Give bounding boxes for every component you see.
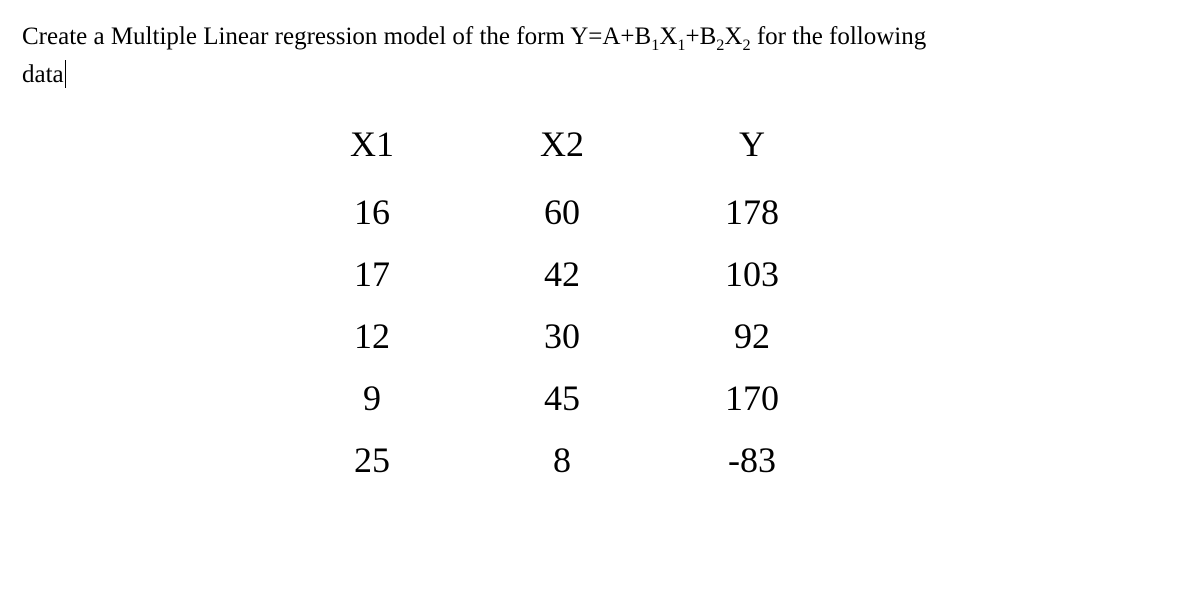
cell-x2: 45 (467, 367, 657, 429)
column-header-x2: X2 (467, 115, 657, 181)
column-header-x1: X1 (277, 115, 467, 181)
problem-statement: Create a Multiple Linear regression mode… (22, 18, 1178, 93)
cell-y: 178 (657, 181, 847, 243)
table-row: 16 60 178 (277, 181, 847, 243)
cell-x1: 9 (277, 367, 467, 429)
cell-y: 103 (657, 243, 847, 305)
cell-x2: 60 (467, 181, 657, 243)
regression-equation: Y=A+B1X1+B2X2 (570, 23, 750, 50)
column-header-y: Y (657, 115, 847, 181)
cell-x1: 12 (277, 305, 467, 367)
table-row: 25 8 -83 (277, 429, 847, 491)
cell-y: 170 (657, 367, 847, 429)
regression-data-table: X1 X2 Y 16 60 178 17 42 103 12 30 92 9 4… (277, 115, 847, 491)
table-row: 17 42 103 (277, 243, 847, 305)
table-row: 12 30 92 (277, 305, 847, 367)
cell-x1: 16 (277, 181, 467, 243)
table-row: 9 45 170 (277, 367, 847, 429)
prompt-text-suffix: for the following (751, 23, 927, 50)
table-header-row: X1 X2 Y (277, 115, 847, 181)
cell-x1: 25 (277, 429, 467, 491)
cell-x2: 30 (467, 305, 657, 367)
text-cursor-icon (65, 60, 67, 88)
prompt-line2: data (22, 56, 66, 94)
prompt-text-prefix: Create a Multiple Linear regression mode… (22, 23, 570, 50)
cell-x1: 17 (277, 243, 467, 305)
cell-y: 92 (657, 305, 847, 367)
cell-x2: 42 (467, 243, 657, 305)
cell-x2: 8 (467, 429, 657, 491)
cell-y: -83 (657, 429, 847, 491)
